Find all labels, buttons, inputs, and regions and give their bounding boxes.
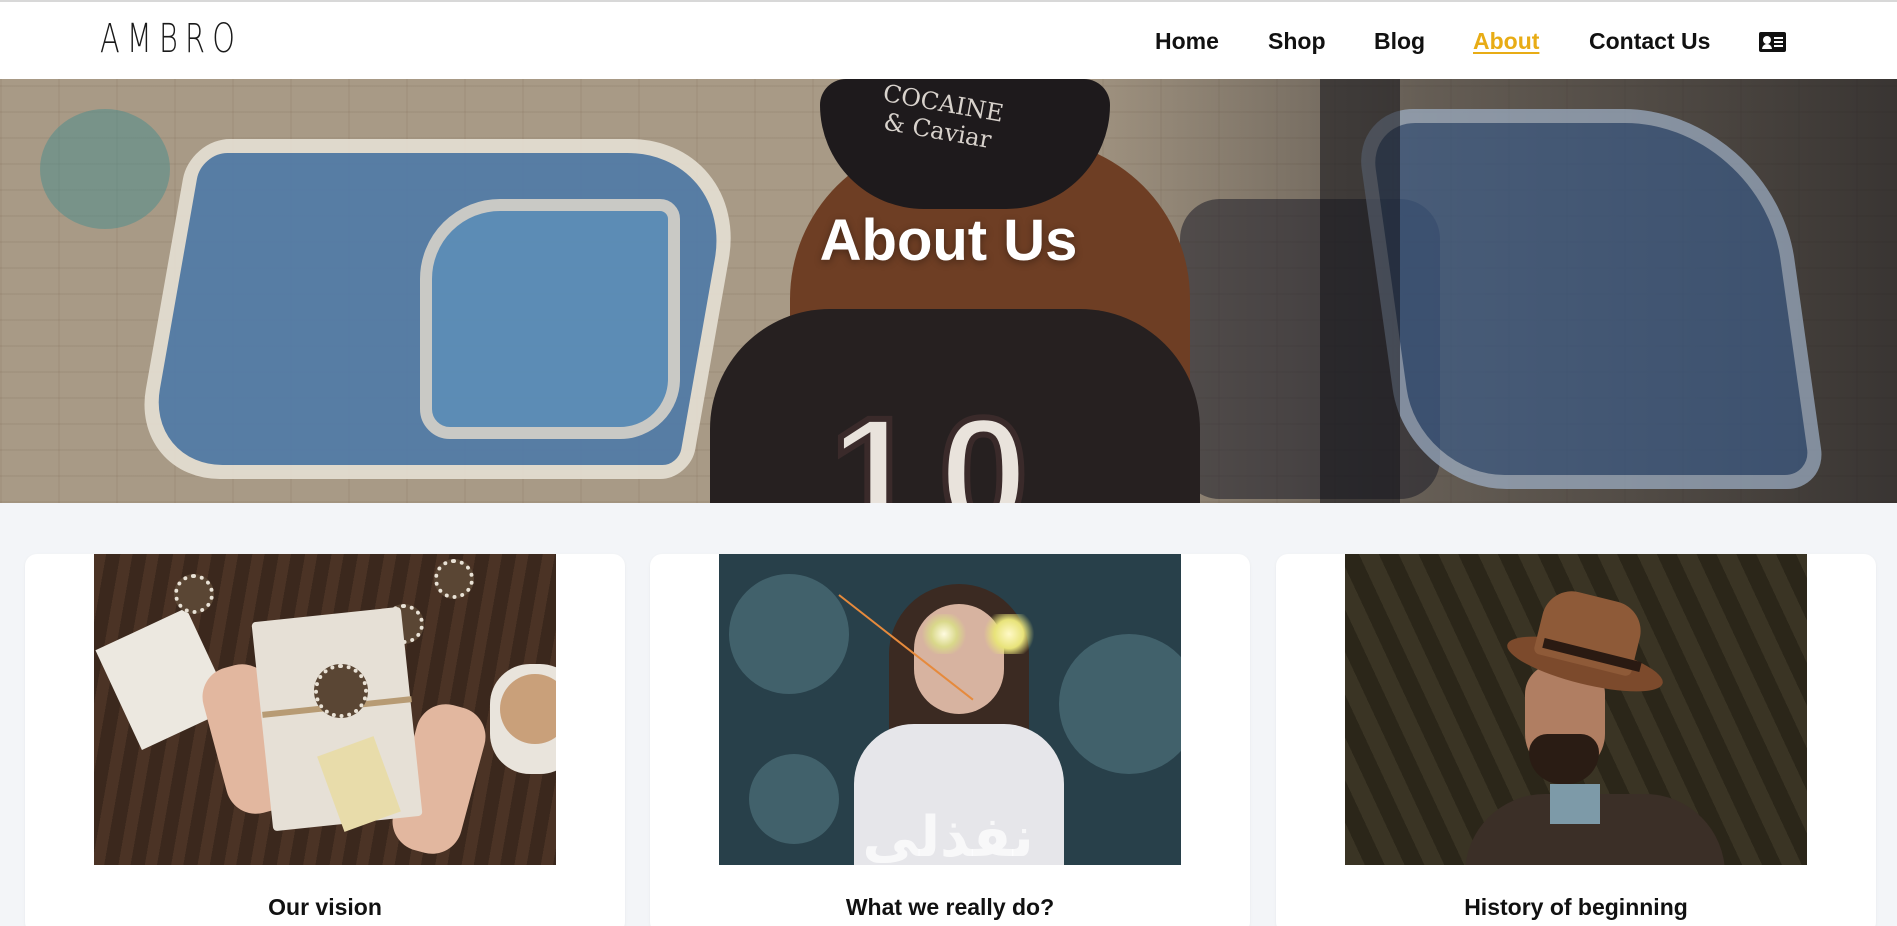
main-nav: Home Shop Blog About Contact Us (0, 28, 1897, 58)
card-our-vision[interactable]: Our vision (25, 554, 625, 926)
nav-link-shop[interactable]: Shop (1268, 28, 1326, 55)
bokeh (749, 754, 839, 844)
card-history[interactable]: History of beginning (1276, 554, 1876, 926)
hero-banner: COCAINE & Caviar 10 About Us (0, 79, 1897, 503)
watermark-logo: نفذلي (862, 805, 1034, 870)
card-title: Our vision (268, 894, 382, 920)
card-line (1774, 45, 1783, 47)
top-navbar: AMBRO Home Shop Blog About Contact Us (0, 0, 1897, 79)
bokeh (729, 574, 849, 694)
bokeh (1059, 634, 1181, 774)
nav-link-home[interactable]: Home (1155, 28, 1219, 55)
sparkler-glow (979, 614, 1039, 654)
card-avatar-body (1762, 44, 1772, 49)
man-collar (1550, 784, 1600, 824)
contact-card-icon[interactable] (1759, 32, 1786, 52)
card-title: History of beginning (1464, 894, 1688, 920)
jersey-number: 10 (827, 384, 1048, 504)
gift-box-pinecones-image (94, 554, 556, 865)
nav-link-contact[interactable]: Contact Us (1589, 28, 1710, 55)
pinecone (174, 574, 214, 614)
card-what-we-do[interactable]: What we really do? (650, 554, 1250, 926)
graffiti-shape (1353, 109, 1827, 489)
card-line (1774, 37, 1783, 39)
page-title: About Us (819, 208, 1078, 273)
sparkler-glow (919, 614, 969, 654)
man-hat-image (1345, 554, 1807, 865)
card-line (1774, 41, 1783, 43)
nav-link-blog[interactable]: Blog (1374, 28, 1425, 55)
shadow-shape (1320, 79, 1400, 503)
pinecone (434, 559, 474, 599)
card-title: What we really do? (845, 894, 1055, 920)
pinecone (314, 664, 368, 718)
card-avatar-head (1763, 36, 1771, 44)
nav-link-about[interactable]: About (1473, 28, 1539, 55)
